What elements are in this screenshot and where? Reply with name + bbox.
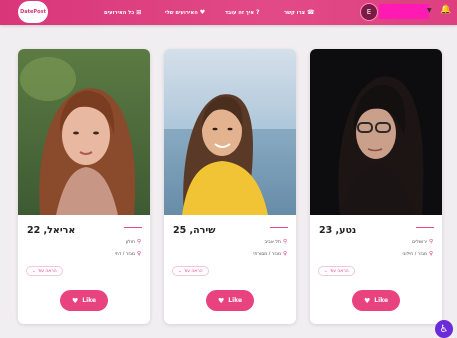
top-navbar: DatePost ⊞ כל האירועים ♥ האירועים שלי ? … bbox=[0, 0, 457, 25]
location-pin-icon: ⚲ bbox=[282, 239, 287, 245]
city-label: חולון bbox=[125, 239, 135, 245]
nav-label: צרו קשר bbox=[284, 10, 305, 16]
profile-details: ♀ מגזר / דתי bbox=[115, 251, 141, 257]
heart-icon: ♥ bbox=[217, 296, 225, 305]
user-avatar-button[interactable]: E bbox=[360, 3, 378, 21]
nav-label: כל האירועים bbox=[104, 10, 135, 16]
show-more-button[interactable]: הראה עוד ⌄ bbox=[318, 266, 355, 276]
chevron-down-icon: ⌄ bbox=[324, 268, 328, 274]
like-label: Like bbox=[82, 297, 97, 304]
location-pin-icon: ⚲ bbox=[136, 239, 141, 245]
more-label: הראה עוד bbox=[37, 268, 57, 274]
location-pin-icon: ⚲ bbox=[428, 239, 433, 245]
accent-line bbox=[124, 227, 142, 228]
profile-card: נטע, 23 ⚲ ירושלים ♀ מגזר / חילוני הראה ע… bbox=[310, 49, 442, 324]
heart-icon: ♥ bbox=[363, 296, 371, 305]
nav-contact[interactable]: ☎ צרו קשר bbox=[284, 7, 314, 19]
logo[interactable]: DatePost bbox=[18, 1, 48, 23]
chevron-down-icon: ⌄ bbox=[178, 268, 182, 274]
nav-label: האירועים שלי bbox=[165, 10, 198, 16]
nav-my-events[interactable]: ♥ האירועים שלי bbox=[165, 7, 205, 19]
profile-city: ⚲ תל אביב bbox=[264, 239, 287, 245]
accent-line bbox=[270, 227, 288, 228]
city-label: ירושלים bbox=[412, 239, 427, 245]
more-label: הראה עוד bbox=[183, 268, 203, 274]
accent-line bbox=[416, 227, 434, 228]
bell-icon[interactable]: 🔔 bbox=[440, 5, 451, 15]
profile-card: אריאל, 22 ⚲ חולון ♀ מגזר / דתי הראה עוד … bbox=[18, 49, 150, 324]
heart-icon: ♥ bbox=[199, 9, 206, 16]
person-icon: ♀ bbox=[428, 251, 433, 257]
like-button[interactable]: ♥ Like bbox=[206, 290, 254, 311]
person-icon: ♀ bbox=[136, 251, 141, 257]
profile-card: שירה, 25 ⚲ תל אביב ♀ מגזר / מסורתי הראה … bbox=[164, 49, 296, 324]
profile-name: נטע, 23 bbox=[319, 225, 357, 236]
like-label: Like bbox=[228, 297, 243, 304]
like-label: Like bbox=[374, 297, 389, 304]
profile-city: ⚲ חולון bbox=[126, 239, 141, 245]
profile-photo[interactable] bbox=[164, 49, 296, 215]
chevron-down-icon[interactable]: ▼ bbox=[427, 7, 432, 14]
profile-name: אריאל, 22 bbox=[27, 225, 76, 236]
profile-details: ♀ מגזר / חילוני bbox=[403, 251, 433, 257]
profile-details: ♀ מגזר / מסורתי bbox=[253, 251, 287, 257]
like-button[interactable]: ♥ Like bbox=[60, 290, 108, 311]
profile-photo[interactable] bbox=[310, 49, 442, 215]
profile-name: שירה, 25 bbox=[173, 225, 216, 236]
profile-photo[interactable] bbox=[18, 49, 150, 215]
nav-all-events[interactable]: ⊞ כל האירועים bbox=[104, 7, 141, 19]
heart-icon: ♥ bbox=[71, 296, 79, 305]
phone-icon: ☎ bbox=[306, 9, 315, 16]
details-label: מגזר / חילוני bbox=[402, 251, 427, 257]
like-button[interactable]: ♥ Like bbox=[352, 290, 400, 311]
nav-how-it-works[interactable]: ? איך זה עובד bbox=[225, 7, 260, 19]
grid-icon: ⊞ bbox=[136, 9, 142, 16]
city-label: תל אביב bbox=[264, 239, 281, 245]
chevron-down-icon: ⌄ bbox=[32, 268, 36, 274]
show-more-button[interactable]: הראה עוד ⌄ bbox=[26, 266, 63, 276]
username-redacted[interactable] bbox=[379, 4, 429, 19]
profile-city: ⚲ ירושלים bbox=[412, 239, 433, 245]
details-label: מגזר / מסורתי bbox=[253, 251, 281, 257]
accessibility-icon[interactable]: ♿ bbox=[435, 320, 453, 338]
nav-label: איך זה עובד bbox=[225, 10, 255, 16]
question-icon: ? bbox=[256, 9, 260, 16]
details-label: מגזר / דתי bbox=[114, 251, 135, 257]
person-icon: ♀ bbox=[282, 251, 287, 257]
more-label: הראה עוד bbox=[329, 268, 349, 274]
show-more-button[interactable]: הראה עוד ⌄ bbox=[172, 266, 209, 276]
